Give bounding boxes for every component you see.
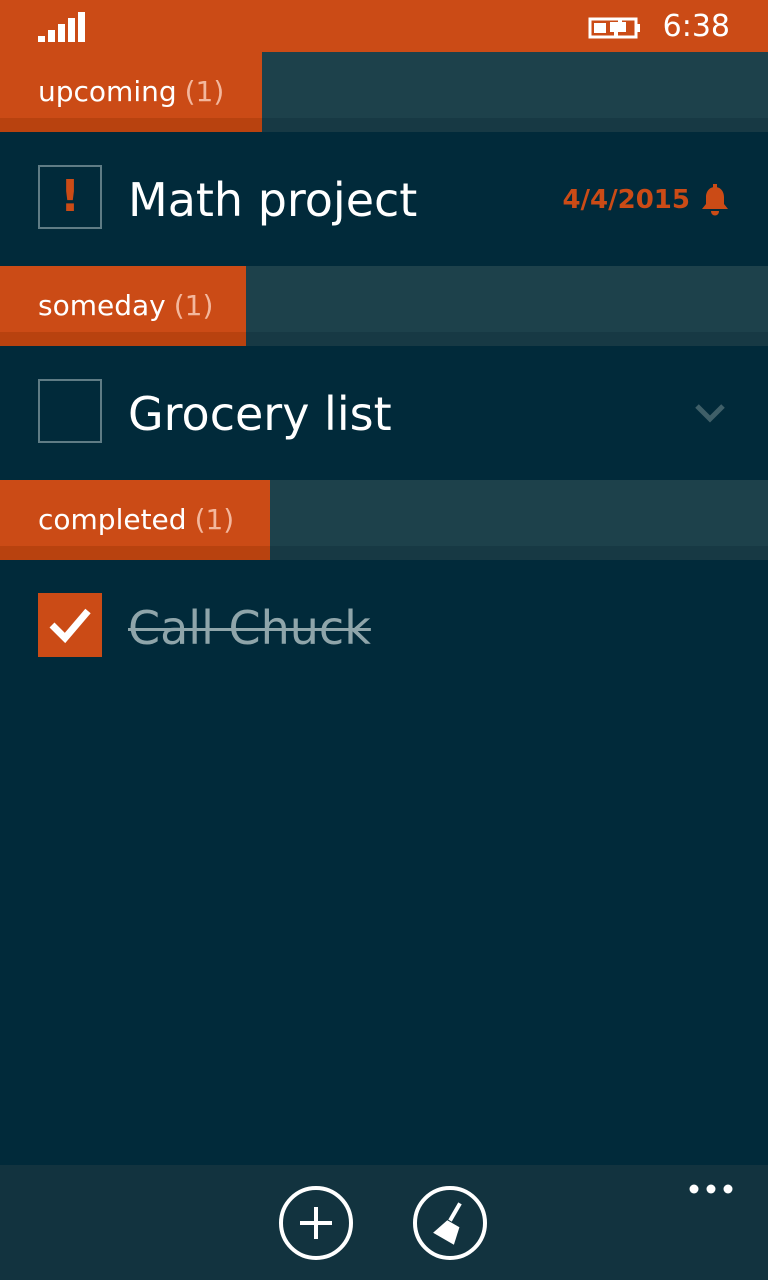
chevron-down-icon[interactable] [692, 394, 728, 430]
todo-screen: 6:38 upcoming (1) ! Math project 4/4/2015… [0, 0, 768, 1280]
task-title: Grocery list [128, 387, 392, 441]
task-title: Call Chuck [128, 601, 371, 655]
status-time: 6:38 [662, 9, 730, 44]
section-header-someday[interactable]: someday (1) [0, 266, 768, 346]
broom-icon[interactable] [412, 1185, 488, 1261]
section-header-upcoming[interactable]: upcoming (1) [0, 52, 768, 132]
alarm-bell-icon [702, 184, 728, 216]
section-label: completed [38, 503, 187, 536]
task-row-grocery-list[interactable]: Grocery list [0, 346, 768, 480]
section-count: (1) [173, 289, 214, 322]
section-count: (1) [184, 75, 225, 108]
battery-charging-icon [588, 17, 640, 39]
add-icon[interactable] [278, 1185, 354, 1261]
app-bar [0, 1165, 768, 1280]
important-icon: ! [59, 171, 81, 222]
task-row-call-chuck[interactable]: Call Chuck [0, 560, 768, 694]
task-row-math-project[interactable]: ! Math project 4/4/2015 [0, 132, 768, 266]
due-date-text: 4/4/2015 [562, 185, 690, 215]
due-date: 4/4/2015 [562, 180, 730, 220]
section-header-completed[interactable]: completed (1) [0, 480, 768, 560]
more-icon[interactable] [686, 1177, 736, 1201]
task-title: Math project [128, 173, 418, 227]
section-label: upcoming [38, 75, 177, 108]
status-bar: 6:38 [0, 0, 768, 52]
task-checkbox[interactable] [38, 593, 102, 657]
task-checkbox[interactable]: ! [38, 165, 102, 229]
checkmark-icon [49, 608, 91, 644]
signal-strength-icon [38, 12, 86, 42]
section-count: (1) [194, 503, 235, 536]
task-checkbox[interactable] [38, 379, 102, 443]
section-label: someday [38, 289, 166, 322]
